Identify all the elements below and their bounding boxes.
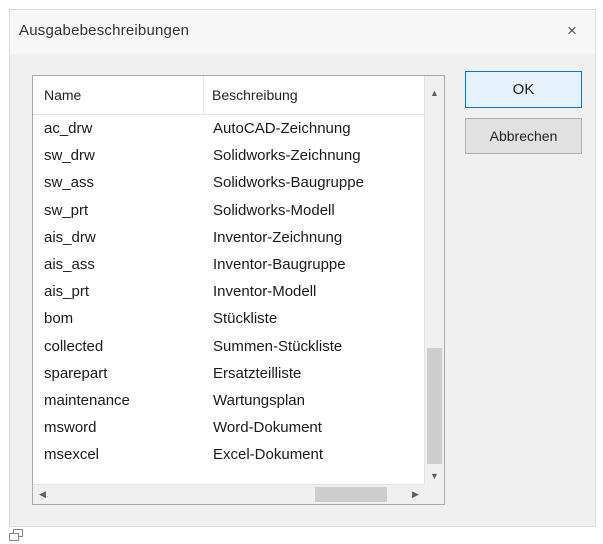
list-row[interactable]: msword Word-Dokument xyxy=(33,415,425,442)
list-row[interactable]: sw_ass Solidworks-Baugruppe xyxy=(33,170,425,197)
column-header-name[interactable]: Name xyxy=(44,76,184,114)
scroll-down-icon[interactable]: ▼ xyxy=(425,467,444,486)
row-name: bom xyxy=(44,310,74,328)
list-row[interactable]: ais_drw Inventor-Zeichnung xyxy=(33,225,425,252)
dialog-window: Ausgabebeschreibungen × Name Beschreibun… xyxy=(9,9,596,527)
row-name: sw_drw xyxy=(44,147,95,165)
vertical-scrollbar[interactable]: ▲ ▼ xyxy=(424,76,444,486)
row-name: sw_ass xyxy=(44,174,95,192)
row-name: sparepart xyxy=(44,364,108,382)
row-description: AutoCAD-Zeichnung xyxy=(213,120,351,137)
row-name: msexcel xyxy=(44,446,100,464)
row-description: Ersatzteilliste xyxy=(213,364,302,382)
row-description: Inventor-Modell xyxy=(213,283,317,301)
row-name: sw_prt xyxy=(44,201,89,219)
list-row[interactable]: maintenance Wartungsplan xyxy=(33,388,425,415)
scroll-right-icon[interactable]: ▶ xyxy=(406,485,425,504)
column-header-description[interactable]: Beschreibung xyxy=(203,76,427,114)
row-name: ais_prt xyxy=(44,283,90,301)
horizontal-scrollbar[interactable]: ◀ ▶ xyxy=(33,484,425,504)
horizontal-scroll-thumb[interactable] xyxy=(315,487,387,502)
list-row[interactable]: ais_ass Inventor-Baugruppe xyxy=(33,252,425,279)
title-bar: Ausgabebeschreibungen × xyxy=(10,10,595,54)
vertical-scroll-thumb[interactable] xyxy=(427,348,442,464)
row-description: Stückliste xyxy=(213,310,278,328)
ok-button[interactable]: OK xyxy=(465,71,582,108)
row-description: Solidworks-Baugruppe xyxy=(213,174,364,192)
list-row[interactable]: sw_drw Solidworks-Zeichnung xyxy=(33,143,425,170)
list-row[interactable]: sparepart Ersatzteilliste xyxy=(33,361,425,388)
row-description: Word-Dokument xyxy=(213,419,322,437)
list-row[interactable]: ais_prt Inventor-Modell xyxy=(33,279,425,306)
dialog-title: Ausgabebeschreibungen xyxy=(19,22,190,39)
row-name: msword xyxy=(44,419,97,437)
list-row[interactable]: sw_prt Solidworks-Modell xyxy=(33,198,425,225)
row-name: ais_ass xyxy=(44,256,95,273)
list-row[interactable]: ac_drw AutoCAD-Zeichnung xyxy=(33,116,425,143)
scroll-up-icon[interactable]: ▲ xyxy=(425,84,444,103)
row-name: collected xyxy=(44,337,104,355)
row-description: Solidworks-Modell xyxy=(213,201,335,219)
output-descriptions-list[interactable]: Name Beschreibung ac_drw AutoCAD-Zeichnun… xyxy=(32,75,445,505)
close-icon[interactable]: × xyxy=(559,18,585,44)
list-row[interactable]: bom Stückliste xyxy=(33,306,425,333)
row-description: Solidworks-Zeichnung xyxy=(213,147,361,165)
row-name: ais_drw xyxy=(44,228,96,246)
list-header: Name Beschreibung xyxy=(33,76,425,115)
row-description: Inventor-Zeichnung xyxy=(213,228,343,246)
list-row[interactable]: collected Summen-Stückliste xyxy=(33,334,425,361)
scroll-left-icon[interactable]: ◀ xyxy=(33,485,52,504)
scrollbar-corner xyxy=(425,485,444,504)
cancel-button[interactable]: Abbrechen xyxy=(465,118,582,154)
row-description: Summen-Stückliste xyxy=(213,337,343,355)
row-name: maintenance xyxy=(44,392,130,409)
row-description: Inventor-Baugruppe xyxy=(213,256,346,273)
list-row[interactable]: msexcel Excel-Dokument xyxy=(33,442,425,469)
row-name: ac_drw xyxy=(44,120,93,137)
resize-handle-icon[interactable] xyxy=(9,529,23,541)
row-description: Wartungsplan xyxy=(213,392,305,409)
row-description: Excel-Dokument xyxy=(213,446,324,464)
